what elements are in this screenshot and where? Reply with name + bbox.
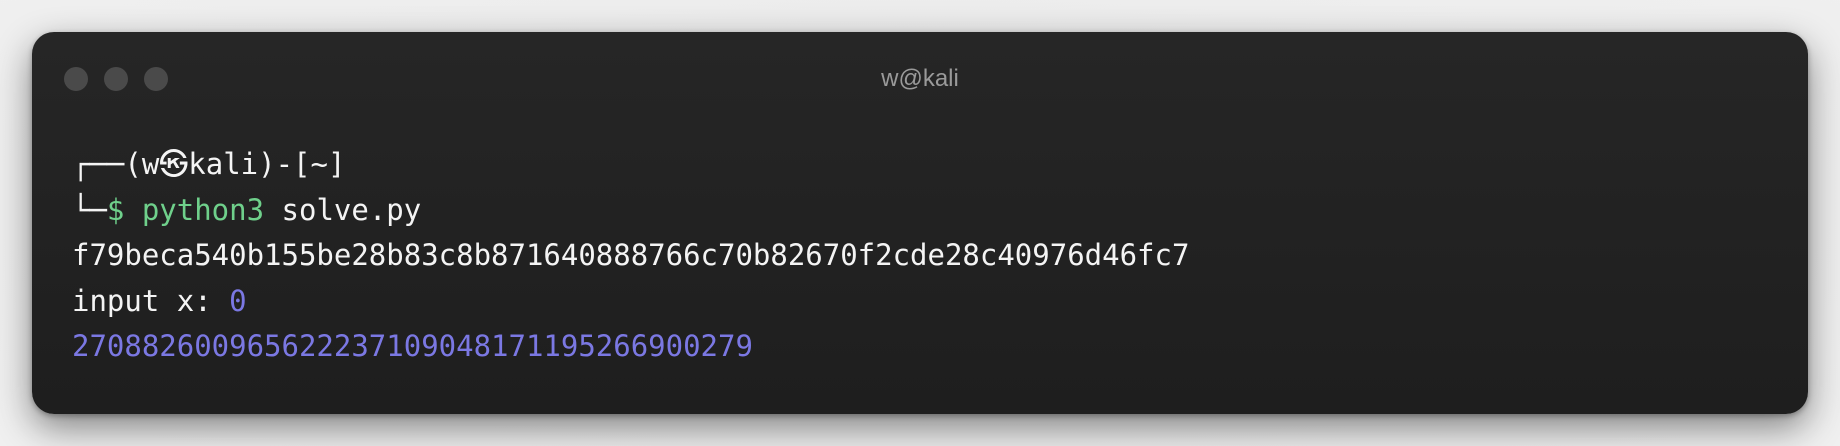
- prompt-symbol: └─$: [72, 193, 142, 227]
- input-value: 0: [229, 283, 247, 318]
- terminal-output[interactable]: ┌──(w㉿kali)-[~] └─$ python3 solve.py f79…: [72, 142, 1189, 370]
- result-line: 270882600965622237109048171195266900279: [72, 324, 1189, 370]
- title-bar[interactable]: w@kali: [32, 32, 1808, 124]
- result-value: 270882600965622237109048171195266900279: [72, 329, 753, 363]
- command-name: python3: [141, 192, 265, 227]
- prompt-header-line: ┌──(w㉿kali)-[~]: [72, 142, 1189, 188]
- window-title: w@kali: [881, 65, 959, 92]
- output-hash: f79beca540b155be28b83c8b871640888766c70b…: [72, 238, 1190, 272]
- input-line: input x: 0: [72, 279, 1189, 325]
- prompt-corner: └─: [72, 192, 107, 227]
- prompt-header: ┌──(w㉿kali)-[~]: [72, 147, 346, 181]
- terminal-window: w@kali ┌──(w㉿kali)-[~] └─$ python3 solve…: [32, 32, 1808, 414]
- dollar-sign: $: [106, 192, 142, 227]
- command-line: └─$ python3 solve.py: [72, 188, 1189, 234]
- command-args: solve.py: [264, 192, 422, 227]
- output-hash-line: f79beca540b155be28b83c8b871640888766c70b…: [72, 233, 1189, 279]
- input-label: input x:: [72, 283, 230, 318]
